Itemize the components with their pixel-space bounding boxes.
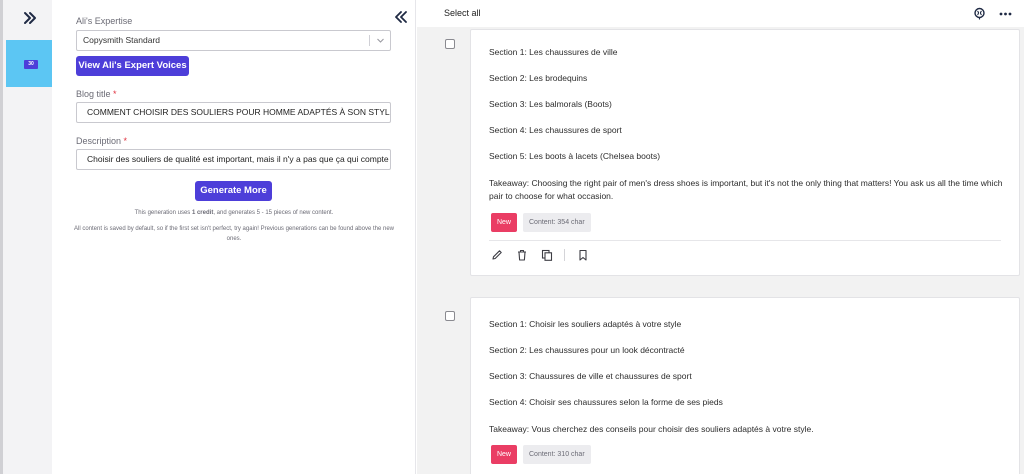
usage-note: This generation uses 1 credit, and gener… <box>134 210 334 216</box>
description-input[interactable]: Choisir des souliers de qualité est impo… <box>76 149 391 170</box>
new-badge: New <box>491 213 517 232</box>
expertise-label: Ali's Expertise <box>76 16 133 26</box>
blog-title-label: Blog title * <box>76 89 117 99</box>
result-card: Section 1: Les chaussures de ville Secti… <box>470 29 1020 276</box>
ai-brain-icon[interactable] <box>973 7 986 20</box>
char-count-badge: Content: 354 char <box>523 213 591 232</box>
select-separator <box>369 35 370 46</box>
results-area: Select all Section 1: Les chaussures de … <box>417 0 1024 474</box>
result-line: Section 5: Les boots à lacets (Chelsea b… <box>489 151 661 161</box>
view-expert-voices-button[interactable]: View Ali's Expert Voices <box>76 56 189 76</box>
result-checkbox[interactable] <box>445 311 455 321</box>
expertise-select[interactable]: Copysmith Standard <box>76 30 391 51</box>
trash-icon[interactable] <box>516 249 528 261</box>
icon-rail: 30 <box>0 0 53 474</box>
action-separator <box>564 249 565 261</box>
blog-title-input[interactable]: COMMENT CHOISIR DES SOULIERS POUR HOMME … <box>76 102 391 123</box>
card-divider <box>489 240 1001 241</box>
result-card: Section 1: Choisir les souliers adaptés … <box>470 297 1020 474</box>
chevrons-right-icon[interactable] <box>21 10 39 26</box>
generator-form-panel: Ali's Expertise Copysmith Standard View … <box>52 0 416 474</box>
generate-more-button[interactable]: Generate More <box>195 181 272 201</box>
result-line: Section 4: Les chaussures de sport <box>489 125 622 135</box>
result-line: Section 3: Les balmorals (Boots) <box>489 99 612 109</box>
results-toolbar: Select all <box>417 0 1024 27</box>
description-label: Description * <box>76 136 128 146</box>
result-takeaway: Takeaway: Vous cherchez des conseils pou… <box>489 424 814 434</box>
expertise-value: Copysmith Standard <box>83 35 161 45</box>
pencil-icon[interactable] <box>491 249 503 261</box>
chevron-down-icon <box>377 38 384 43</box>
chevrons-left-icon[interactable] <box>394 11 408 23</box>
app-tile[interactable]: 30 <box>6 40 53 87</box>
more-horizontal-icon[interactable] <box>999 7 1012 20</box>
select-all-link[interactable]: Select all <box>444 8 481 18</box>
result-line: Section 4: Choisir ses chaussures selon … <box>489 397 723 407</box>
result-takeaway: Takeaway: Choosing the right pair of men… <box>489 178 1003 201</box>
result-line: Section 3: Chaussures de ville et chauss… <box>489 371 692 381</box>
save-note: All content is saved by default, so if t… <box>74 226 394 242</box>
result-line: Section 1: Les chaussures de ville <box>489 47 618 57</box>
result-line: Section 1: Choisir les souliers adaptés … <box>489 319 682 329</box>
result-line: Section 2: Les chaussures pour un look d… <box>489 345 685 355</box>
result-checkbox[interactable] <box>445 39 455 49</box>
bookmark-icon[interactable] <box>577 249 589 261</box>
result-line: Section 2: Les brodequins <box>489 73 588 83</box>
new-badge: New <box>491 445 517 464</box>
copy-icon[interactable] <box>541 249 553 261</box>
char-count-badge: Content: 310 char <box>523 445 591 464</box>
app-badge: 30 <box>24 60 38 69</box>
